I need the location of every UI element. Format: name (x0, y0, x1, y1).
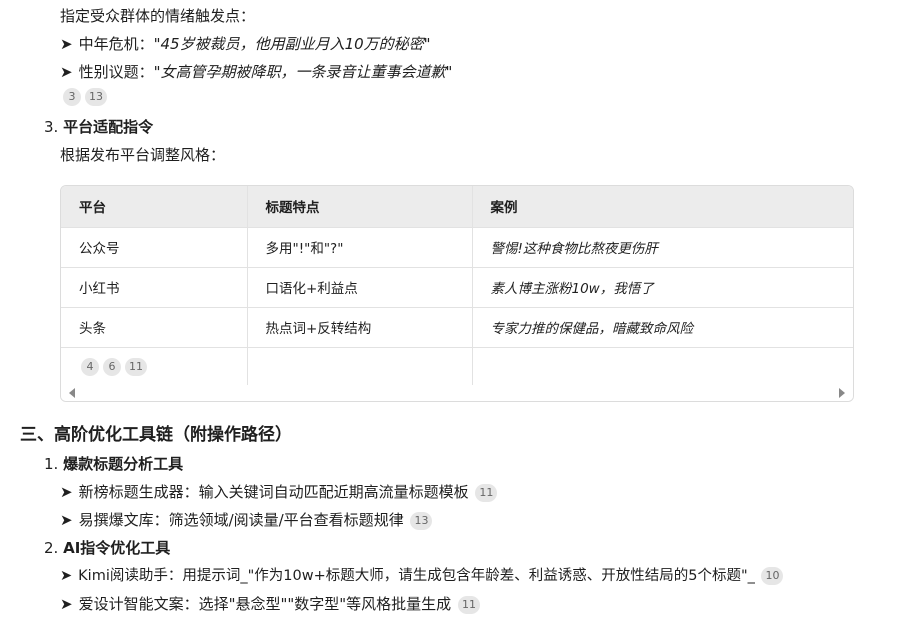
tool-item-text: 易撰爆文库：筛选领域/阅读量/平台查看标题规律 (78, 511, 404, 529)
emotion-item-1: ➤ 中年危机："45岁被裁员，他用副业月入10万的秘密" (60, 34, 431, 54)
table-cell (247, 347, 473, 388)
citation-badge[interactable]: 10 (761, 567, 784, 585)
table-cell: 多用"!"和"?" (247, 227, 473, 268)
tool-item: ➤ 爱设计智能文案：选择"悬念型""数字型"等风格批量生成 11 (60, 594, 480, 614)
citation-badge[interactable]: 6 (103, 358, 121, 376)
table-row: 小红书 口语化+利益点 素人博主涨粉10w，我悟了 (61, 267, 853, 308)
table-cell: 公众号 (61, 227, 248, 268)
table-header-cell: 标题特点 (247, 186, 473, 228)
arrow-bullet-icon: ➤ (60, 63, 73, 81)
tool-item: ➤ 新榜标题生成器：输入关键词自动匹配近期高流量标题模板 11 (60, 482, 498, 502)
tool-title: AI指令优化工具 (63, 539, 171, 557)
horizontal-scrollbar[interactable] (61, 385, 853, 401)
section-desc: 根据发布平台调整风格： (60, 146, 226, 164)
intro-text: 指定受众群体的情绪触发点： (60, 7, 256, 25)
tool-item-text: 新榜标题生成器：输入关键词自动匹配近期高流量标题模板 (78, 483, 469, 501)
tool-heading-1: 1. 爆款标题分析工具 (44, 454, 183, 474)
tool-title: 爆款标题分析工具 (63, 455, 184, 473)
table-cell: 4 6 11 (61, 347, 248, 388)
citation-badge[interactable]: 11 (457, 595, 480, 614)
emotion-item-2: ➤ 性别议题："女高管孕期被降职，一条录音让董事会道歉" (60, 62, 452, 82)
arrow-bullet-icon: ➤ (60, 35, 73, 53)
section-heading-platform: 3. 平台适配指令 (44, 117, 153, 137)
citation-badge[interactable]: 13 (85, 88, 107, 106)
emotion-quote: "女高管孕期被降职，一条录音让董事会道歉" (153, 63, 453, 81)
table-cell: 专家力推的保健品，暗藏致命风险 (472, 307, 853, 348)
table-header-cell: 案例 (472, 186, 853, 228)
tool-heading-2: 2. AI指令优化工具 (44, 538, 170, 558)
tool-item-text: 爱设计智能文案：选择"悬念型""数字型"等风格批量生成 (78, 595, 452, 613)
platform-table: 平台 标题特点 案例 公众号 多用"!"和"?" 警惕!这种食物比熬夜更伤肝 小… (60, 185, 854, 402)
section-heading-toolchain: 三、高阶优化工具链（附操作路径） (20, 425, 292, 445)
table-cell: 口语化+利益点 (247, 267, 473, 308)
table-cell: 警惕!这种食物比熬夜更伤肝 (472, 227, 853, 268)
arrow-bullet-icon: ➤ (60, 483, 73, 501)
table-cell: 小红书 (61, 267, 248, 308)
emotion-label: 中年危机： (78, 35, 154, 53)
table-header-row: 平台 标题特点 案例 (61, 186, 853, 228)
citation-badge[interactable]: 11 (125, 358, 147, 376)
citation-badge[interactable]: 4 (81, 358, 99, 376)
citation-badge[interactable]: 11 (475, 483, 498, 502)
arrow-bullet-icon: ➤ (60, 568, 73, 584)
list-number: 3. (44, 118, 59, 136)
tool-item-text: Kimi阅读助手：用提示词_"作为10w+标题大师，请生成包含年龄差、利益诱惑、… (78, 568, 755, 584)
citation-badges: 3 13 (63, 88, 107, 106)
citation-badge[interactable]: 13 (410, 511, 433, 530)
tool-item: ➤ 易撰爆文库：筛选领域/阅读量/平台查看标题规律 13 (60, 510, 433, 530)
scroll-left-arrow-icon[interactable] (69, 388, 75, 398)
section-title: 平台适配指令 (63, 118, 154, 136)
list-number: 1. (44, 455, 59, 473)
emotion-label: 性别议题： (78, 63, 154, 81)
scroll-right-arrow-icon[interactable] (839, 388, 845, 398)
table-cell: 热点词+反转结构 (247, 307, 473, 348)
list-number: 2. (44, 539, 59, 557)
arrow-bullet-icon: ➤ (60, 511, 73, 529)
table-cell (472, 347, 853, 388)
table-cell: 素人博主涨粉10w，我悟了 (472, 267, 853, 308)
tool-item: ➤ Kimi阅读助手：用提示词_"作为10w+标题大师，请生成包含年龄差、利益诱惑… (60, 566, 784, 586)
citation-badge[interactable]: 3 (63, 88, 81, 106)
table-cell: 头条 (61, 307, 248, 348)
table-header-cell: 平台 (61, 186, 248, 228)
table-row: 头条 热点词+反转结构 专家力推的保健品，暗藏致命风险 (61, 307, 853, 348)
table-row: 公众号 多用"!"和"?" 警惕!这种食物比熬夜更伤肝 (61, 227, 853, 268)
table-row-citations: 4 6 11 (61, 347, 853, 388)
emotion-quote: "45岁被裁员，他用副业月入10万的秘密" (153, 35, 431, 53)
arrow-bullet-icon: ➤ (60, 595, 73, 613)
